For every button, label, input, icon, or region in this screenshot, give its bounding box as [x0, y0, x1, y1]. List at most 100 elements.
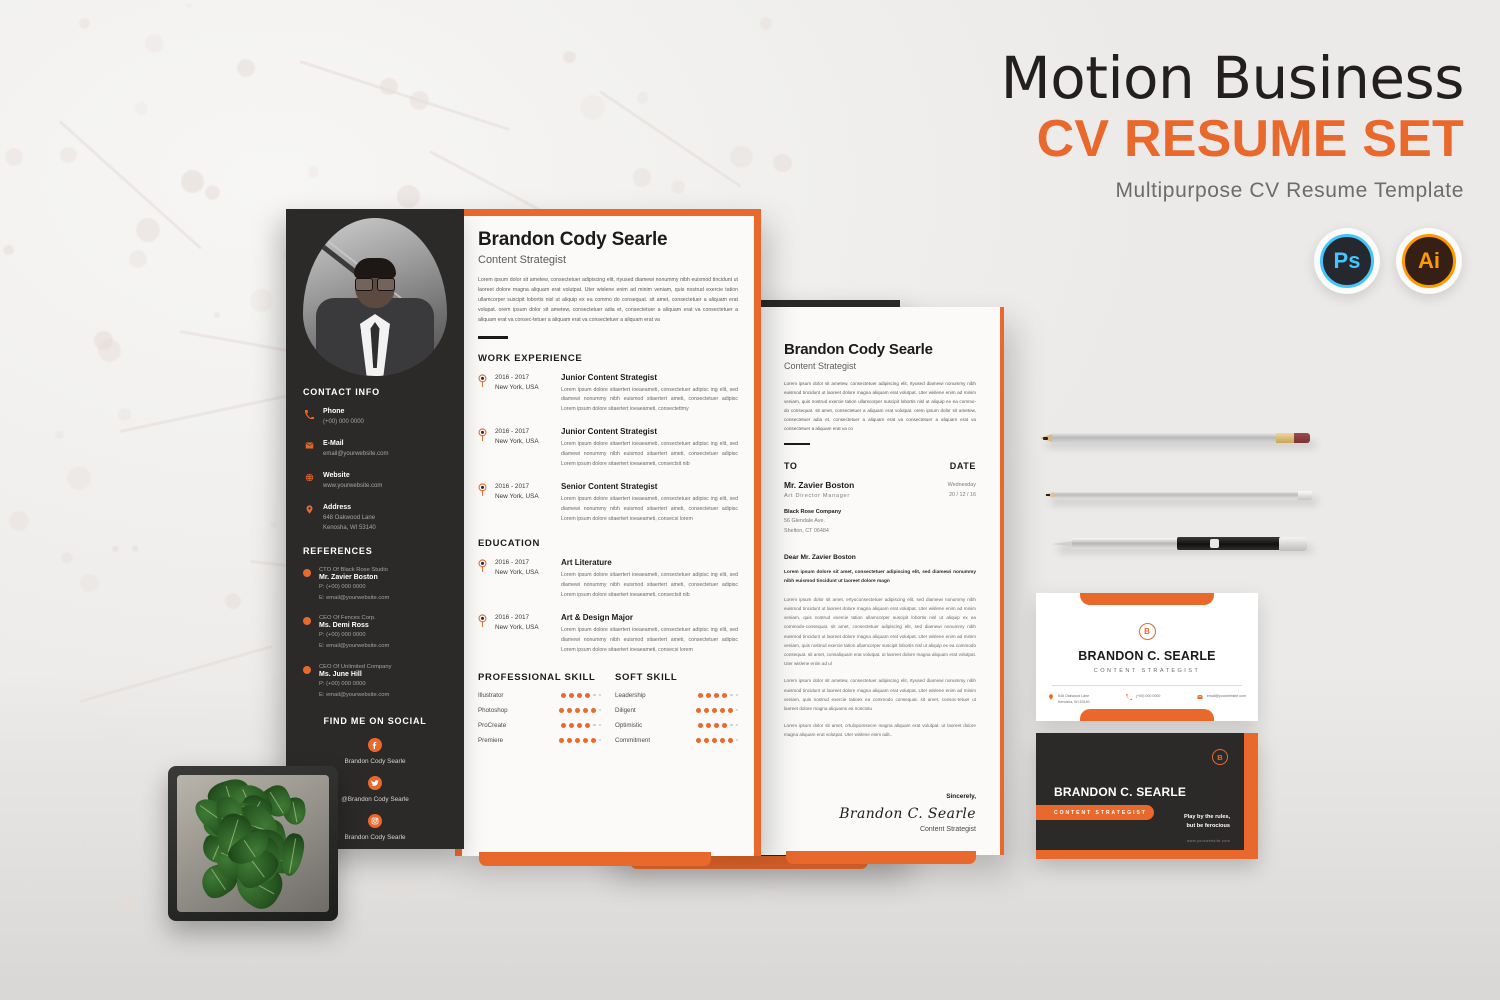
illustrator-badge-label: Ai [1402, 234, 1456, 288]
letter-date-value: 20 / 12 / 16 [907, 491, 976, 500]
cv-page-one: Brandon Cody Searle Content Strategist L… [455, 209, 761, 856]
skill-dot [698, 723, 703, 728]
entry-title: Junior Content Strategist [561, 427, 738, 436]
entry-date: 2016 - 2017 New York, USA [495, 613, 553, 656]
skill-row: Leadership [615, 692, 738, 699]
reference-phone: P: (+00) 000 0000 [319, 680, 391, 689]
skill-dot [559, 708, 564, 713]
education-list: 2016 - 2017 New York, USA Art Literature … [478, 558, 738, 655]
skill-rating [559, 708, 602, 713]
skill-dot [593, 724, 596, 727]
timeline-pin-icon [478, 558, 487, 601]
cv-divider [478, 336, 508, 339]
page-tagline: Multipurpose CV Resume Template [824, 179, 1464, 203]
card-dark-role: CONTENT STRATEGIST [1054, 810, 1147, 816]
skill-dot [714, 693, 719, 698]
skill-dot [698, 693, 703, 698]
skill-dot [585, 723, 590, 728]
skill-rating [561, 723, 601, 728]
reference-email: E: email@yourwebsite.com [319, 594, 389, 603]
illustrator-badge: Ai [1396, 228, 1462, 294]
reference-name: Mr. Zavier Boston [319, 574, 389, 581]
letter-orange-tab [786, 851, 976, 864]
skill-dot [561, 693, 566, 698]
page-subtitle: CV RESUME SET [824, 110, 1464, 168]
letter-recipient-name: Mr. Zavier Boston [784, 480, 899, 490]
letter-closing: Sincerely, [839, 793, 976, 800]
contact-value[interactable]: 648 Oakwood Lane Kenosha, WI 53140 [323, 514, 376, 533]
references-title: REFERENCES [303, 546, 447, 556]
entry-title: Junior Content Strategist [561, 373, 738, 382]
skill-dot [704, 738, 709, 743]
reference-name: Ms. June Hill [319, 671, 391, 678]
timeline-pin-icon [478, 427, 487, 470]
signature-role: Content Strategist [839, 826, 976, 833]
skill-dot [569, 693, 574, 698]
contact-value[interactable]: email@yourwebsite.com [323, 450, 388, 460]
contact-item: Phone (+00) 000 0000 [303, 408, 447, 428]
skill-dot [730, 724, 733, 727]
contact-value[interactable]: www.yourwebsite.com [323, 482, 382, 492]
skill-label: Commitment [615, 737, 650, 744]
glasses-icon [355, 278, 395, 289]
reference-item: CEO Of Unlimited Company Ms. June Hill P… [303, 664, 447, 701]
contact-label: Address [323, 504, 376, 512]
contact-value[interactable]: (+00) 000 0000 [323, 418, 364, 428]
card-slogan: Play by the rules, but be ferocious [1184, 813, 1230, 831]
skill-dot [559, 738, 564, 743]
twitter-icon[interactable] [368, 776, 382, 790]
letter-paragraph: Lorem ipsum dolor sit amet, ertyuconsect… [784, 595, 976, 669]
ballpoint-pen [1052, 535, 1307, 551]
reference-email: E: email@yourwebsite.com [319, 642, 389, 651]
letter-date-heading: DATE [907, 461, 976, 471]
social-item[interactable]: Brandon Cody Searle [303, 736, 447, 765]
skill-dot [706, 723, 711, 728]
card-role: CONTENT STRATEGIST [1036, 668, 1258, 674]
cv-dark-sidebar: CONTACT INFO Phone (+00) 000 0000 E-Mail… [286, 209, 464, 849]
skill-dot [585, 693, 590, 698]
skill-dot [696, 708, 701, 713]
timeline-entry: 2016 - 2017 New York, USA Junior Content … [478, 373, 738, 416]
skill-rating [698, 693, 738, 698]
skill-dot [575, 738, 580, 743]
soft-skill-title: SOFT SKILL [615, 672, 738, 683]
mail-icon [303, 440, 315, 452]
business-card-back: B BRANDON C. SEARLE CONTENT STRATEGIST P… [1036, 733, 1258, 859]
mechanical-pencil [1044, 487, 1312, 503]
references-list: CTO Of Black Rose Studio Mr. Zavier Bost… [303, 567, 447, 701]
skill-dot [567, 738, 572, 743]
education-section-title: EDUCATION [478, 538, 738, 549]
format-badges: Ps Ai [1314, 228, 1462, 294]
cv-name: Brandon Cody Searle [478, 230, 738, 251]
entry-date: 2016 - 2017 New York, USA [495, 427, 553, 470]
letter-divider [784, 443, 810, 446]
instagram-icon[interactable] [368, 814, 382, 828]
skill-dot [575, 708, 580, 713]
timeline-entry: 2016 - 2017 New York, USA Art & Design Ma… [478, 613, 738, 656]
skill-dot [583, 708, 588, 713]
bullet-icon [303, 617, 311, 625]
letter-signature-block: Sincerely, Brandon C. Searle Content Str… [839, 793, 976, 833]
card-detail-text: (+00) 000 0000 [1136, 694, 1160, 700]
skill-dot [722, 693, 727, 698]
card-bottom-orange-tab [1080, 709, 1214, 721]
bullet-icon [303, 569, 311, 577]
skill-dot [577, 723, 582, 728]
facebook-icon[interactable] [368, 738, 382, 752]
soft-skill-list: Leadership Diligent Optimistic Commitmen… [615, 692, 738, 744]
skill-dot [599, 694, 602, 697]
timeline-pin-icon [478, 373, 487, 416]
contact-info-title: CONTACT INFO [303, 387, 447, 397]
skill-label: Photoshop [478, 707, 508, 714]
contact-list: Phone (+00) 000 0000 E-Mail email@yourwe… [303, 408, 447, 534]
card-detail: (+00) 000 0000 [1126, 694, 1160, 706]
skill-row: Illustrator [478, 692, 601, 699]
skill-dot [736, 694, 739, 697]
skill-dot [728, 708, 733, 713]
timeline-pin-icon [478, 613, 487, 656]
signature-script: Brandon C. Searle [839, 806, 976, 822]
skill-dot [599, 724, 602, 727]
skill-dot [591, 738, 596, 743]
cv-role: Content Strategist [478, 254, 738, 266]
cv-page-one-orange-tab [479, 852, 711, 866]
